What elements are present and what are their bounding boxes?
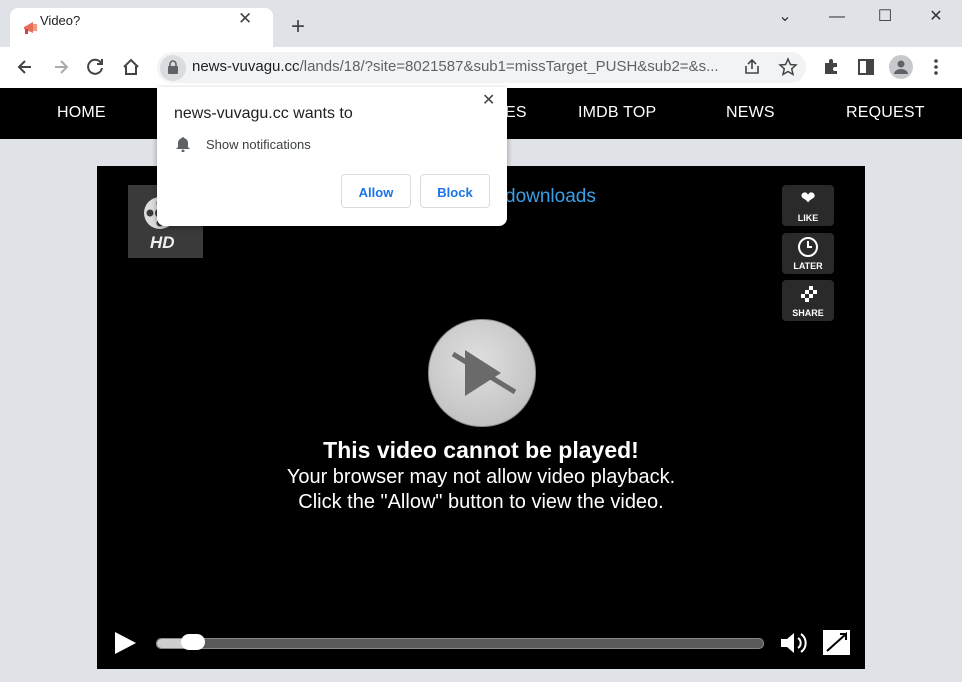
allow-button[interactable]: Allow bbox=[341, 174, 411, 208]
share-icon[interactable] bbox=[742, 57, 762, 77]
url-text[interactable]: news-vuvagu.cc/lands/18/?site=8021587&su… bbox=[192, 58, 732, 75]
tab-close-icon[interactable]: ✕ bbox=[238, 9, 252, 29]
maximize-icon[interactable]: ☐ bbox=[873, 8, 897, 26]
clock-icon bbox=[798, 237, 818, 257]
lock-icon bbox=[168, 60, 178, 74]
nav-imdb-top[interactable]: IMDB TOP bbox=[578, 104, 656, 122]
bookmark-star-icon[interactable] bbox=[778, 57, 798, 77]
error-line-2: Click the "Allow" button to view the vid… bbox=[298, 491, 664, 513]
nav-request[interactable]: REQUEST bbox=[846, 104, 925, 122]
hd-label: HD bbox=[150, 233, 175, 252]
permission-text: Show notifications bbox=[206, 137, 311, 152]
forward-icon[interactable] bbox=[51, 57, 71, 77]
later-button[interactable]: LATER bbox=[782, 233, 834, 274]
popup-close-icon[interactable]: ✕ bbox=[482, 90, 495, 110]
close-window-icon[interactable]: ✕ bbox=[924, 8, 948, 26]
volume-icon[interactable] bbox=[779, 630, 809, 656]
browser-toolbar: news-vuvagu.cc/lands/18/?site=8021587&su… bbox=[0, 47, 962, 89]
block-button[interactable]: Block bbox=[420, 174, 490, 208]
error-line-1: Your browser may not allow video playbac… bbox=[286, 466, 676, 488]
share-grid-icon bbox=[801, 286, 817, 302]
megaphone-icon bbox=[24, 22, 37, 34]
progress-track[interactable] bbox=[156, 638, 764, 649]
error-title: This video cannot be played! bbox=[323, 437, 639, 463]
downloads-link[interactable]: downloads bbox=[505, 186, 596, 208]
new-tab-button[interactable]: + bbox=[287, 15, 309, 39]
home-icon[interactable] bbox=[121, 57, 141, 77]
popup-title: news-vuvagu.cc wants to bbox=[174, 105, 353, 122]
progress-thumb[interactable] bbox=[181, 634, 205, 650]
side-panel-icon[interactable] bbox=[857, 58, 875, 76]
fullscreen-icon bbox=[826, 631, 847, 652]
reload-icon[interactable] bbox=[86, 57, 106, 77]
minimize-icon[interactable]: — bbox=[825, 8, 849, 26]
menu-kebab-icon[interactable] bbox=[928, 57, 944, 77]
bell-icon bbox=[176, 137, 190, 152]
share-button[interactable]: SHARE bbox=[782, 280, 834, 321]
play-disabled-icon bbox=[451, 350, 517, 396]
tab-search-icon[interactable]: ⌄ bbox=[773, 8, 797, 26]
big-play-button[interactable] bbox=[428, 319, 536, 427]
fullscreen-button[interactable] bbox=[823, 630, 850, 655]
back-icon[interactable] bbox=[15, 57, 35, 77]
heart-icon: ❤ bbox=[800, 188, 816, 208]
play-icon[interactable] bbox=[112, 630, 138, 656]
nav-home[interactable]: HOME bbox=[57, 104, 106, 122]
nav-movies[interactable]: ES bbox=[505, 104, 527, 122]
like-button[interactable]: ❤ LIKE bbox=[782, 185, 834, 226]
nav-news[interactable]: NEWS bbox=[726, 104, 775, 122]
tab-title: Video? bbox=[40, 13, 81, 28]
profile-icon bbox=[894, 60, 908, 74]
extensions-icon[interactable] bbox=[821, 57, 841, 77]
